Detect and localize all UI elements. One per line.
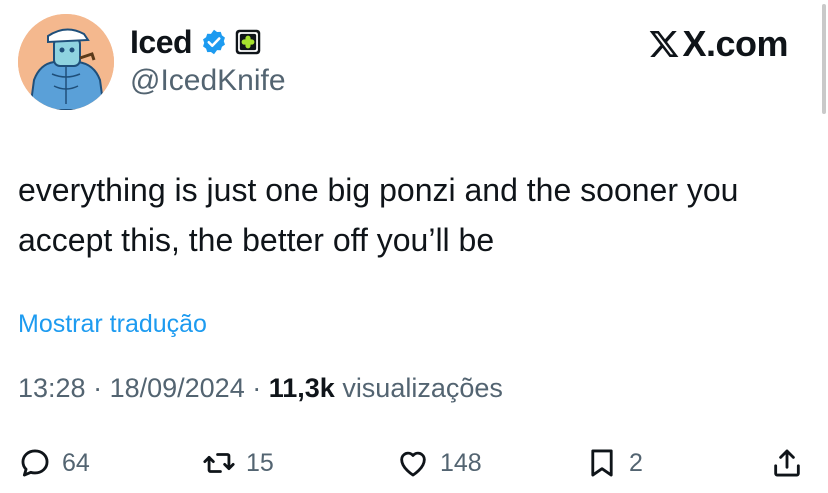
author-name[interactable]: Iced xyxy=(130,24,193,61)
author-handle[interactable]: @IcedKnife xyxy=(130,64,286,98)
scrollbar[interactable] xyxy=(820,0,828,120)
repost-button[interactable]: 15 xyxy=(202,440,274,486)
separator-dot: · xyxy=(85,373,110,403)
x-brand: X.com xyxy=(648,22,788,66)
tweet-time[interactable]: 13:28 xyxy=(18,373,86,404)
bookmark-button[interactable]: 2 xyxy=(585,440,643,486)
reply-count: 64 xyxy=(62,448,90,477)
share-icon xyxy=(774,449,800,477)
heart-icon xyxy=(400,451,426,477)
action-bar: 64 15 148 2 xyxy=(18,440,808,486)
views-spacer xyxy=(335,373,343,404)
author-avatar[interactable] xyxy=(18,14,114,110)
affiliate-badge-icon[interactable] xyxy=(234,28,262,56)
show-translation-link[interactable]: Mostrar tradução xyxy=(18,310,207,339)
author-name-row: Iced xyxy=(130,20,262,64)
scrollbar-thumb[interactable] xyxy=(822,4,826,114)
tweet-text: everything is just one big ponzi and the… xyxy=(18,172,739,258)
views-label: visualizações xyxy=(342,373,503,403)
separator-dot: · xyxy=(244,373,269,403)
verified-badge-icon xyxy=(203,29,225,55)
share-button[interactable] xyxy=(770,440,814,486)
repost-icon xyxy=(203,453,235,473)
bookmark-count: 2 xyxy=(629,448,643,477)
views-count: 11,3k xyxy=(268,373,335,403)
reply-icon xyxy=(21,449,49,477)
avatar-cartoon-muscular-character-icon xyxy=(18,14,114,110)
like-count: 148 xyxy=(440,448,482,477)
brand-text: X.com xyxy=(682,23,788,64)
tweet-date[interactable]: 18/09/2024 xyxy=(110,373,245,404)
like-button[interactable]: 148 xyxy=(396,440,482,486)
bookmark-icon xyxy=(591,449,613,477)
x-logo-icon xyxy=(650,31,679,57)
repost-count: 15 xyxy=(246,448,274,477)
reply-button[interactable]: 64 xyxy=(18,440,90,486)
tweet-meta: 13:28 · 18/09/2024 · 11,3k visualizações xyxy=(18,373,503,404)
